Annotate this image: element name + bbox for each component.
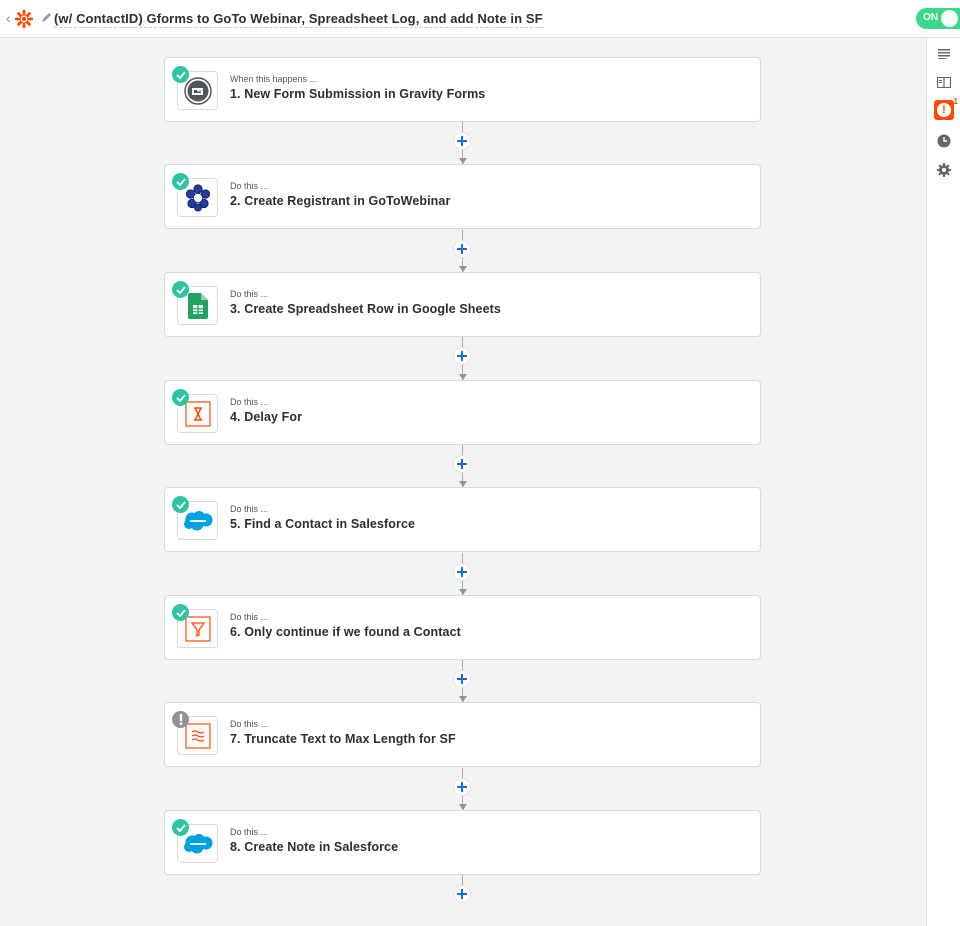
add-step-button[interactable] <box>453 132 471 150</box>
step-kicker: Do this ... <box>230 827 269 837</box>
edit-pencil-icon[interactable] <box>41 12 52 23</box>
step-card-6[interactable]: Do this ... 6. Only continue if we found… <box>164 595 761 660</box>
plus-icon <box>457 351 467 361</box>
plus-icon <box>457 459 467 469</box>
check-status-icon <box>172 819 189 836</box>
step-title: 8. Create Note in Salesforce <box>230 840 399 854</box>
check-status-icon <box>172 604 189 621</box>
add-step-button[interactable] <box>453 240 471 258</box>
add-step-button[interactable] <box>453 885 471 903</box>
connector-arrow-icon <box>459 804 467 810</box>
alert-icon[interactable]: ! 1 <box>934 97 958 120</box>
toggle-label: ON <box>923 12 938 23</box>
check-status-icon <box>172 173 189 190</box>
zapier-logo-icon[interactable] <box>14 9 34 29</box>
step-title: 3. Create Spreadsheet Row in Google Shee… <box>230 302 501 316</box>
step-kicker: When this happens ... <box>230 74 318 84</box>
alert-count-badge: 1 <box>953 97 958 106</box>
warning-status-icon <box>172 711 189 728</box>
plus-icon <box>457 244 467 254</box>
step-title: 6. Only continue if we found a Contact <box>230 625 461 639</box>
step-title: 1. New Form Submission in Gravity Forms <box>230 87 486 101</box>
connector-arrow-icon <box>459 696 467 702</box>
connector-arrow-icon <box>459 374 467 380</box>
check-status-icon <box>172 66 189 83</box>
add-step-button[interactable] <box>453 455 471 473</box>
step-kicker: Do this ... <box>230 719 269 729</box>
step-kicker: Do this ... <box>230 612 269 622</box>
step-title: 4. Delay For <box>230 410 303 424</box>
step-card-2[interactable]: Do this ... 2. Create Registrant in GoTo… <box>164 164 761 229</box>
step-card-4[interactable]: Do this ... 4. Delay For <box>164 380 761 445</box>
step-kicker: Do this ... <box>230 397 269 407</box>
right-sidebar: ! 1 <box>926 38 960 926</box>
check-status-icon <box>172 496 189 513</box>
step-card-1[interactable]: When this happens ... 1. New Form Submis… <box>164 57 761 122</box>
settings-gear-icon[interactable] <box>934 160 954 180</box>
connector-arrow-icon <box>459 589 467 595</box>
step-card-8[interactable]: Do this ... 8. Create Note in Salesforce <box>164 810 761 875</box>
step-title: 5. Find a Contact in Salesforce <box>230 517 416 531</box>
add-step-button[interactable] <box>453 778 471 796</box>
outline-icon[interactable] <box>934 44 954 64</box>
step-kicker: Do this ... <box>230 289 269 299</box>
plus-icon <box>457 136 467 146</box>
step-card-3[interactable]: Do this ... 3. Create Spreadsheet Row in… <box>164 272 761 337</box>
plus-icon <box>457 782 467 792</box>
step-title: 7. Truncate Text to Max Length for SF <box>230 732 456 746</box>
back-chevron-icon[interactable]: ‹ <box>6 11 11 25</box>
check-status-icon <box>172 389 189 406</box>
add-step-button[interactable] <box>453 563 471 581</box>
step-title: 2. Create Registrant in GoToWebinar <box>230 194 451 208</box>
guide-book-icon[interactable] <box>934 72 954 92</box>
connector-arrow-icon <box>459 481 467 487</box>
editor-header: ‹ (w/ ContactID) Gforms to GoTo Webinar,… <box>0 0 960 38</box>
add-step-button[interactable] <box>453 670 471 688</box>
connector-arrow-icon <box>459 266 467 272</box>
step-kicker: Do this ... <box>230 504 269 514</box>
add-step-button[interactable] <box>453 347 471 365</box>
plus-icon <box>457 889 467 899</box>
step-kicker: Do this ... <box>230 181 269 191</box>
history-clock-icon[interactable] <box>934 131 954 151</box>
zap-title[interactable]: (w/ ContactID) Gforms to GoTo Webinar, S… <box>54 11 543 28</box>
plus-icon <box>457 567 467 577</box>
step-card-5[interactable]: Do this ... 5. Find a Contact in Salesfo… <box>164 487 761 552</box>
connector-arrow-icon <box>459 158 467 164</box>
plus-icon <box>457 674 467 684</box>
zap-on-toggle[interactable]: ON <box>916 8 960 29</box>
step-card-7[interactable]: Do this ... 7. Truncate Text to Max Leng… <box>164 702 761 767</box>
alert-exclamation-icon: ! <box>937 103 951 117</box>
toggle-knob <box>941 10 958 27</box>
check-status-icon <box>172 281 189 298</box>
